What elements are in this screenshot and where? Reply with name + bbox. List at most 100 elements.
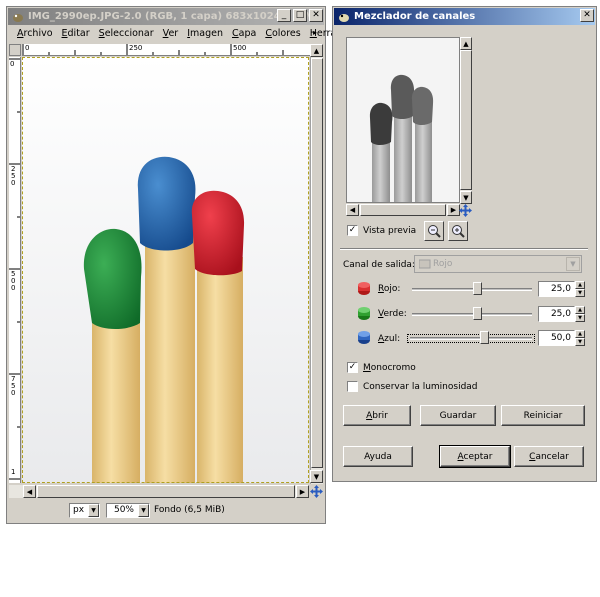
navigate-icon[interactable]: [310, 485, 323, 498]
preview-vertical-scrollbar[interactable]: ▲ ▼: [460, 37, 472, 204]
menu-imagen[interactable]: Imagen: [187, 28, 223, 42]
zoom-select[interactable]: 50% ▼: [106, 502, 150, 518]
green-slider-track[interactable]: [412, 313, 532, 316]
preview-area[interactable]: [346, 37, 460, 203]
image-window-controls: _ □ ✕: [277, 9, 323, 22]
status-bar: px ▼ 50% ▼ Fondo (6,5 MiB): [9, 500, 324, 520]
preview-horizontal-scrollbar[interactable]: ◀ ▶: [346, 204, 460, 216]
preview-checkbox[interactable]: ✓: [347, 225, 358, 236]
spin-down-button[interactable]: ▼: [575, 314, 585, 322]
navigate-icon[interactable]: [459, 204, 472, 217]
preview-checkbox-row[interactable]: ✓ Vista previa: [347, 225, 416, 236]
matches-photo: [22, 57, 309, 483]
blue-channel-icon: [358, 331, 370, 344]
vertical-ruler[interactable]: 0 2 5 0 5 0 0 7 5 0 1: [9, 57, 21, 483]
zoom-value: 50%: [113, 505, 134, 515]
output-channel-select: Rojo ▼: [414, 255, 582, 273]
menu-archivo[interactable]: Archivo: [17, 28, 53, 42]
canvas-horizontal-scrollbar[interactable]: ◀ ▶: [9, 485, 309, 498]
unit-select[interactable]: px ▼: [69, 502, 100, 518]
help-button-label: Ayuda: [364, 451, 392, 462]
monochrome-checkbox-row[interactable]: ✓ Monocromo: [347, 362, 416, 373]
red-channel-label: Rojo:: [378, 284, 401, 294]
monochrome-checkbox[interactable]: ✓: [347, 362, 358, 373]
preserve-luminosity-label: Conservar la luminosidad: [363, 381, 478, 392]
menu-ver[interactable]: Ver: [163, 28, 179, 42]
scroll-right-button[interactable]: ▶: [296, 485, 309, 498]
ruler-tick-label: 1: [11, 468, 16, 476]
red-channel-icon: [358, 282, 370, 295]
cancel-button-label: Cancelar: [529, 451, 569, 462]
cancel-button[interactable]: Cancelar: [514, 446, 584, 467]
reset-button-label: Reiniciar: [523, 410, 563, 421]
spin-down-button[interactable]: ▼: [575, 338, 585, 346]
preserve-luminosity-checkbox[interactable]: [347, 381, 358, 392]
spin-up-button[interactable]: ▲: [575, 281, 585, 289]
scroll-up-button[interactable]: ▲: [460, 37, 472, 50]
menu-arrow-icon[interactable]: ▸: [313, 28, 317, 37]
red-value-spinner[interactable]: 25,0 ▲ ▼: [538, 281, 585, 297]
scroll-thumb[interactable]: [37, 485, 295, 498]
blue-value[interactable]: 50,0: [538, 330, 575, 346]
horizontal-ruler[interactable]: 0 250 500: [22, 44, 310, 56]
scroll-down-button[interactable]: ▼: [310, 470, 323, 483]
blue-slider-track[interactable]: [407, 334, 535, 343]
ok-button-label: Aceptar: [457, 451, 493, 462]
open-button[interactable]: Abrir: [343, 405, 411, 426]
zoom-out-button[interactable]: [424, 221, 444, 241]
minimize-button[interactable]: _: [277, 9, 291, 22]
green-channel-label: Verde:: [378, 309, 407, 319]
preview-label: Vista previa: [363, 225, 417, 236]
menu-colores[interactable]: Colores: [265, 28, 300, 42]
maximize-button[interactable]: □: [293, 9, 307, 22]
scroll-left-button[interactable]: ◀: [23, 485, 36, 498]
green-channel-icon: [358, 307, 370, 320]
reset-button[interactable]: Reiniciar: [501, 405, 585, 426]
scroll-thumb[interactable]: [360, 204, 446, 216]
menubar: Archivo Editar Seleccionar Ver Imagen Ca…: [17, 28, 363, 42]
red-slider-track[interactable]: [412, 288, 532, 291]
ruler-tick-label: 5 0 0: [11, 270, 16, 292]
help-button[interactable]: Ayuda: [343, 446, 413, 467]
channel-icon: [419, 259, 431, 269]
red-value[interactable]: 25,0: [538, 281, 575, 297]
preserve-luminosity-checkbox-row[interactable]: Conservar la luminosidad: [347, 381, 478, 392]
output-channel-label: Canal de salida:: [343, 260, 415, 270]
spin-up-button[interactable]: ▲: [575, 306, 585, 314]
spin-up-button[interactable]: ▲: [575, 330, 585, 338]
scroll-up-button[interactable]: ▲: [310, 44, 323, 57]
menu-seleccionar[interactable]: Seleccionar: [99, 28, 154, 42]
ok-button[interactable]: Aceptar: [439, 445, 511, 468]
blue-value-spinner[interactable]: 50,0 ▲ ▼: [538, 330, 585, 346]
green-value[interactable]: 25,0: [538, 306, 575, 322]
dialog-title: Mezclador de canales: [354, 11, 476, 22]
menu-editar[interactable]: Editar: [62, 28, 90, 42]
menu-capa[interactable]: Capa: [232, 28, 256, 42]
ruler-tick-label: 7 5 0: [11, 375, 16, 397]
scroll-left-button[interactable]: ◀: [346, 204, 359, 216]
scroll-down-button[interactable]: ▼: [460, 191, 472, 204]
chevron-down-icon: ▼: [88, 503, 99, 517]
unit-value: px: [73, 505, 85, 515]
dialog-titlebar[interactable]: Mezclador de canales: [334, 8, 595, 25]
zoom-in-button[interactable]: [448, 221, 468, 241]
monochrome-label: Monocromo: [363, 362, 416, 373]
scroll-thumb[interactable]: [460, 50, 472, 190]
close-button[interactable]: ✕: [580, 9, 594, 22]
green-slider-handle[interactable]: [473, 307, 482, 320]
green-value-spinner[interactable]: 25,0 ▲ ▼: [538, 306, 585, 322]
save-button-label: Guardar: [439, 410, 477, 421]
ruler-corner[interactable]: [9, 44, 21, 56]
chevron-down-icon: ▼: [566, 257, 580, 271]
canvas-vertical-scrollbar[interactable]: ▲ ▼: [310, 44, 323, 484]
close-button[interactable]: ✕: [309, 9, 323, 22]
red-slider-handle[interactable]: [473, 282, 482, 295]
zoom-out-icon: [428, 225, 441, 238]
save-button[interactable]: Guardar: [420, 405, 496, 426]
image-canvas[interactable]: [22, 57, 309, 483]
blue-slider-handle[interactable]: [480, 331, 489, 344]
separator: [340, 248, 588, 250]
scroll-thumb[interactable]: [311, 58, 323, 468]
spin-down-button[interactable]: ▼: [575, 289, 585, 297]
ruler-tick-label: 2 5 0: [11, 165, 16, 187]
